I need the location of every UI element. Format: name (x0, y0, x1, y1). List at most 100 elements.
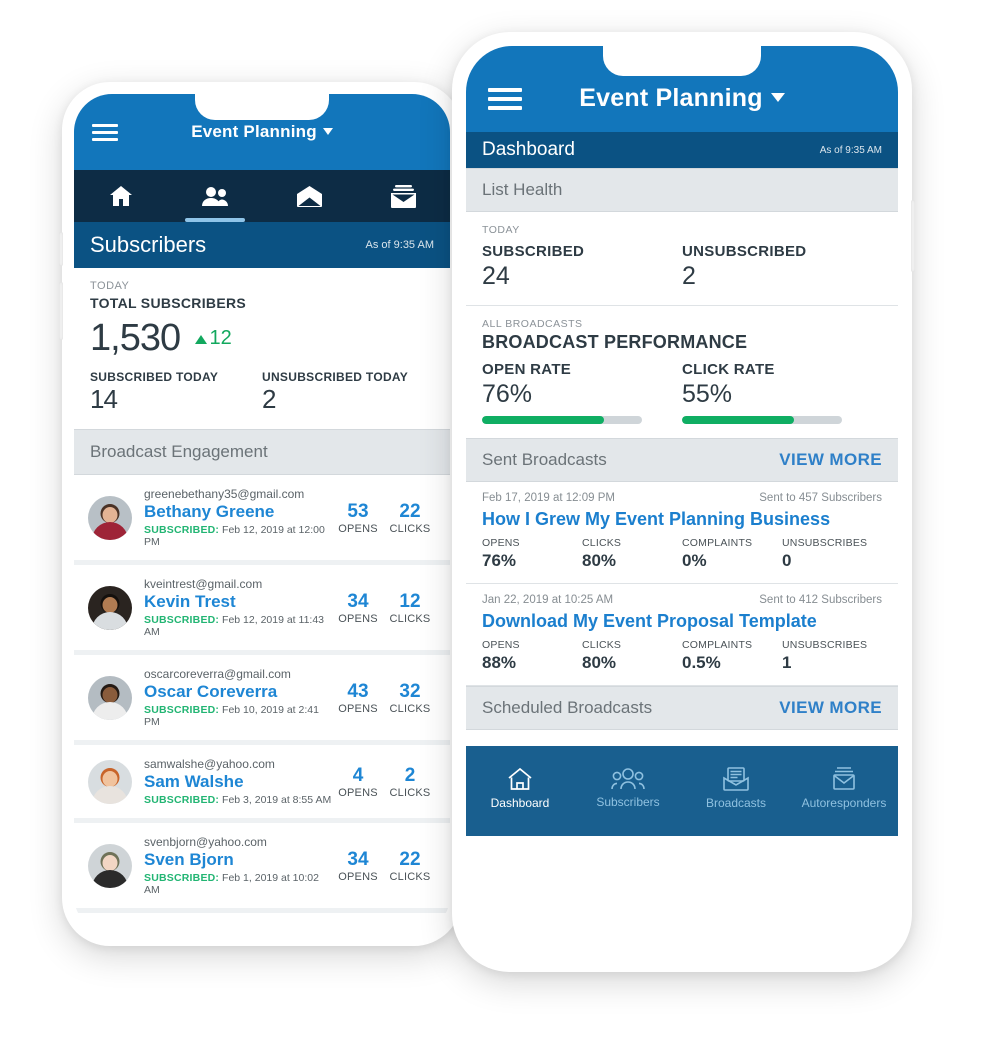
broadcast-date: Jan 22, 2019 at 10:25 AM (482, 594, 614, 606)
subscribed-prefix: SUBSCRIBED: (144, 524, 220, 536)
broadcast-title[interactable]: How I Grew My Event Planning Business (482, 509, 882, 530)
subscriber-name[interactable]: Bethany Greene (144, 502, 332, 522)
tab-home[interactable] (74, 170, 168, 222)
scheduled-broadcasts-label: Scheduled Broadcasts (482, 698, 653, 717)
click-rate-bar-fill (682, 416, 794, 424)
unsubscribes-label: UNSUBSCRIBES (782, 639, 868, 651)
home-outline-icon (466, 766, 574, 792)
section-title: Dashboard (482, 139, 575, 160)
list-health-band: List Health (466, 168, 898, 212)
subscriber-row[interactable]: oscarcoreverra@gmail.com Oscar Coreverra S… (74, 655, 450, 745)
unsubscribed-value: 2 (682, 262, 696, 290)
tab-broadcasts[interactable] (262, 170, 356, 222)
subscriber-name[interactable]: Kevin Trest (144, 592, 332, 612)
people-icon (201, 186, 229, 206)
notch (603, 46, 761, 76)
section-timestamp: As of 9:35 AM (365, 239, 434, 251)
home-icon (109, 185, 133, 207)
performance-rates: OPEN RATE 76% CLICK RATE 55% (482, 361, 882, 424)
clicks-label: CLICKS (582, 537, 622, 549)
subscriber-row[interactable]: samwalshe@yahoo.com Sam Walshe SUBSCRIBED:… (74, 745, 450, 823)
subscriber-name[interactable]: Sven Bjorn (144, 850, 332, 870)
unsubscribes-value: 0 (782, 551, 792, 570)
nav-dashboard[interactable]: Dashboard (466, 766, 574, 810)
unsubscribed-label: UNSUBSCRIBED (682, 243, 807, 260)
opens-label: OPENS (482, 639, 520, 651)
volume-down-button[interactable] (59, 282, 63, 340)
open-rate-metric: OPEN RATE 76% (482, 361, 682, 424)
avatar (88, 759, 132, 804)
subscriber-name[interactable]: Oscar Coreverra (144, 682, 332, 702)
clicks-label: CLICKS (582, 639, 622, 651)
broadcast-title[interactable]: Download My Event Proposal Template (482, 611, 882, 632)
clicks-value: 80% (582, 653, 617, 672)
nav-dashboard-label: Dashboard (490, 796, 550, 810)
app-title[interactable]: Event Planning (74, 122, 450, 142)
clicks-label: CLICKS (389, 612, 431, 625)
app-title-label: Event Planning (191, 122, 317, 141)
subscriber-name[interactable]: Sam Walshe (144, 772, 332, 792)
opens-stat: OPENS 88% (482, 639, 582, 673)
opens-stat: 34 OPENS (332, 591, 384, 625)
performance-title: BROADCAST PERFORMANCE (482, 332, 748, 352)
notch (195, 94, 329, 120)
nav-broadcasts-label: Broadcasts (705, 796, 767, 810)
section-title: Subscribers (90, 232, 207, 257)
subscriber-row[interactable]: kveintrest@gmail.com Kevin Trest SUBSCRIBE… (74, 565, 450, 655)
nav-autoresponders-label: Autoresponders (801, 796, 887, 810)
subscribed-today: SUBSCRIBED TODAY 14 (90, 370, 262, 415)
section-timestamp: As of 9:35 AM (819, 144, 882, 156)
spacer (466, 730, 898, 746)
nav-broadcasts[interactable]: Broadcasts (682, 766, 790, 810)
subscriber-info: greenebethany35@gmail.com Bethany Greene S… (144, 487, 332, 548)
subscriber-date: SUBSCRIBED: Feb 12, 2019 at 12:00 PM (144, 524, 332, 548)
tab-autoresponders[interactable] (356, 170, 450, 222)
subscribed-today-value: 14 (90, 384, 118, 414)
volume-up-button[interactable] (59, 232, 63, 266)
sent-broadcasts-band: Sent Broadcasts VIEW MORE (466, 438, 898, 482)
complaints-label: COMPLAINTS (682, 537, 753, 549)
complaints-value: 0% (682, 551, 707, 570)
opens-value: 53 (347, 500, 369, 522)
opens-value: 34 (347, 848, 369, 870)
triangle-up-icon (194, 335, 207, 344)
clicks-label: CLICKS (389, 870, 431, 883)
subscriber-info: kveintrest@gmail.com Kevin Trest SUBSCRIBE… (144, 577, 332, 638)
avatar (88, 675, 132, 720)
avatar (88, 585, 132, 630)
subscriber-info: oscarcoreverra@gmail.com Oscar Coreverra S… (144, 667, 332, 728)
tab-subscribers[interactable] (168, 170, 262, 222)
opens-value: 34 (347, 590, 369, 612)
hamburger-icon[interactable] (488, 88, 522, 110)
hamburger-icon[interactable] (92, 124, 118, 141)
clicks-stat: 12 CLICKS (384, 591, 436, 625)
subscriber-stats: 53 OPENS 22 CLICKS (332, 501, 436, 535)
broadcast-sent-to: Sent to 457 Subscribers (759, 492, 882, 504)
subscriber-row[interactable]: svenbjorn@yahoo.com Sven Bjorn SUBSCRIBED:… (74, 823, 450, 913)
clicks-stat: CLICKS 80% (582, 537, 682, 571)
scheduled-view-more-link[interactable]: VIEW MORE (779, 698, 882, 718)
nav-subscribers[interactable]: Subscribers (574, 767, 682, 809)
broadcast-item[interactable]: Feb 17, 2019 at 12:09 PM Sent to 457 Subs… (466, 482, 898, 584)
subscriber-date: SUBSCRIBED: Feb 12, 2019 at 11:43 AM (144, 614, 332, 638)
opens-label: OPENS (338, 612, 378, 625)
subscriber-stats: 34 OPENS 22 CLICKS (332, 849, 436, 883)
nav-autoresponders[interactable]: Autoresponders (790, 766, 898, 810)
performance-kicker: ALL BROADCASTS (482, 318, 583, 330)
subscriber-row[interactable]: greenebethany35@gmail.com Bethany Greene S… (74, 475, 450, 565)
opens-label: OPENS (338, 870, 378, 883)
click-rate-value: 55% (682, 380, 733, 408)
opens-value: 4 (352, 764, 364, 786)
power-button[interactable] (911, 200, 915, 272)
clicks-stat: 22 CLICKS (384, 501, 436, 535)
clicks-value: 22 (399, 500, 421, 522)
broadcast-item[interactable]: Jan 22, 2019 at 10:25 AM Sent to 412 Subs… (466, 584, 898, 686)
opens-stat: 53 OPENS (332, 501, 384, 535)
sent-view-more-link[interactable]: VIEW MORE (779, 450, 882, 470)
unsubscribed-today-value: 2 (262, 384, 276, 414)
clicks-value: 32 (399, 680, 421, 702)
subscriber-stats: 34 OPENS 12 CLICKS (332, 591, 436, 625)
opens-stat: 34 OPENS (332, 849, 384, 883)
active-tab-underline (184, 218, 246, 222)
sent-broadcasts-label: Sent Broadcasts (482, 450, 607, 469)
